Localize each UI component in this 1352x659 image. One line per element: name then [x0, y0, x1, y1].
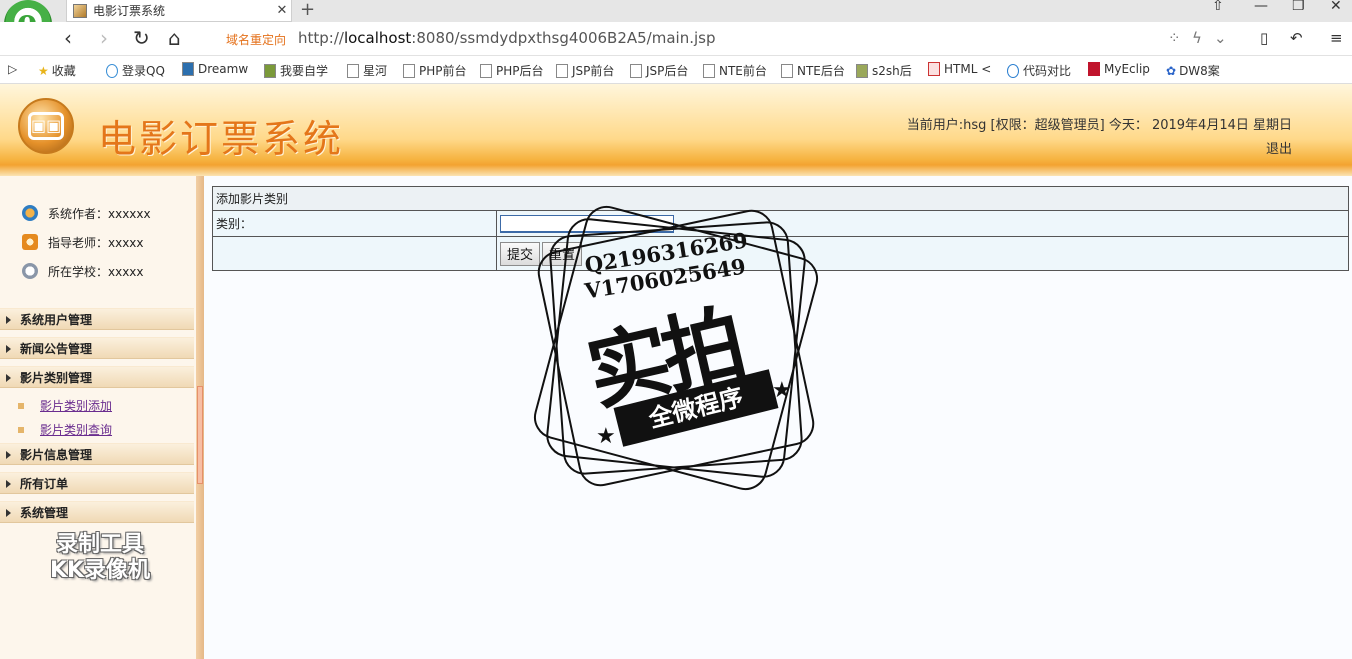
submenu-link[interactable]: 影片类别查询	[40, 421, 112, 438]
bookmark-item[interactable]: HTML <	[928, 62, 991, 76]
bookmark-item[interactable]: ★ 收藏	[38, 62, 76, 79]
lightning-icon[interactable]: ϟ	[1192, 29, 1202, 47]
new-tab-button[interactable]: +	[300, 0, 315, 20]
bookmark-item[interactable]: 我要自学	[264, 62, 328, 79]
minimize-icon[interactable]: —	[1254, 0, 1268, 14]
restore-icon[interactable]: ❐	[1292, 0, 1305, 14]
page-icon	[480, 63, 492, 78]
site-icon	[264, 63, 276, 78]
main-content: 添加影片类别 类别： 提交 重置	[204, 176, 1352, 659]
teacher-icon	[22, 234, 38, 250]
menu-system-users[interactable]: 系统用户管理	[0, 308, 194, 330]
info-author: 系统作者：xxxxxx	[22, 204, 151, 222]
sidebar: 系统作者：xxxxxx 指导老师：xxxxx 所在学校：xxxxx 系统用户管理…	[0, 176, 196, 659]
bookmark-item[interactable]: NTE前台	[703, 62, 767, 79]
tab-close-icon[interactable]: ✕	[273, 3, 291, 18]
bookmark-icon[interactable]: ▯	[1260, 29, 1268, 47]
page-title: 电影订票系统	[98, 117, 345, 161]
menu-orders[interactable]: 所有订单	[0, 472, 194, 494]
menu-news[interactable]: 新闻公告管理	[0, 337, 194, 359]
recorder-watermark: 录制工具 KK录像机	[49, 532, 151, 583]
qq-icon	[106, 63, 118, 78]
submenu-link[interactable]: 影片类别添加	[40, 397, 112, 414]
info-school: 所在学校：xxxxx	[22, 262, 144, 280]
app-header: ▣▣ 电影订票系统 当前用户:hsg [权限：超级管理员] 今天： 2019年4…	[0, 84, 1352, 176]
bookmark-item[interactable]: s2sh后	[856, 62, 912, 79]
bookmarks-toggle-icon[interactable]: ▷	[8, 62, 17, 76]
paw-icon: ✿	[1166, 63, 1177, 78]
grid-icon[interactable]: ⁘	[1168, 29, 1181, 47]
category-input[interactable]	[500, 214, 674, 233]
bookmark-item[interactable]: Dreamw	[182, 62, 248, 76]
bookmarks-bar: ▷ ★ 收藏 登录QQ Dreamw 我要自学 星河 PHP前台 PHP后台 JS…	[0, 56, 1352, 84]
menu-icon[interactable]: ≡	[1330, 29, 1343, 47]
home-icon[interactable]: ⌂	[168, 28, 181, 48]
user-info: 当前用户:hsg [权限：超级管理员] 今天： 2019年4月14日 星期日	[906, 118, 1292, 133]
logout-link[interactable]: 退出	[1266, 138, 1292, 157]
menu-film-info[interactable]: 影片信息管理	[0, 443, 194, 465]
skin-icon[interactable]: ⇧	[1212, 0, 1224, 14]
back-icon[interactable]: ‹	[64, 28, 72, 48]
page-icon	[347, 63, 359, 78]
empty-cell	[212, 236, 497, 271]
page-icon	[556, 63, 568, 78]
undo-icon[interactable]: ↶	[1290, 29, 1303, 47]
address-bar: ‹ › ↻ ⌂ 域名重定向 http://localhost:8080/ssmd…	[0, 22, 1352, 56]
compare-icon	[1007, 63, 1019, 78]
category-label: 类别：	[212, 210, 497, 237]
star-icon: ★	[38, 63, 49, 78]
tab-favicon-icon	[73, 3, 87, 18]
bookmark-item[interactable]: MyEclip	[1088, 62, 1150, 76]
bookmark-item[interactable]: 代码对比	[1007, 62, 1071, 79]
menu-film-category[interactable]: 影片类别管理	[0, 366, 194, 388]
sidebar-splitter[interactable]	[196, 176, 204, 659]
buttons-cell: 提交 重置	[496, 236, 1349, 271]
redirect-label: 域名重定向	[226, 33, 287, 47]
splitter-grip[interactable]	[197, 386, 203, 484]
clock-icon	[22, 263, 38, 279]
page-icon	[703, 63, 715, 78]
bookmark-item[interactable]: ✿ DW8案	[1166, 62, 1220, 79]
browser-tabbar: e 电影订票系统 ✕ + ⇧ — ❐ ✕	[0, 0, 1352, 48]
window-close-icon[interactable]: ✕	[1330, 0, 1342, 14]
submenu-film-category-add[interactable]: 影片类别添加	[18, 397, 112, 414]
url-rest: :8080/ssmdydpxthsg4006B2A5/main.jsp	[411, 29, 716, 47]
submit-button[interactable]: 提交	[500, 241, 541, 266]
app-logo-icon: ▣▣	[18, 98, 74, 154]
add-category-form: 添加影片类别 类别： 提交 重置	[212, 186, 1349, 271]
submenu-film-category-query[interactable]: 影片类别查询	[18, 421, 112, 438]
forward-icon[interactable]: ›	[100, 28, 108, 48]
url-field[interactable]: http://localhost:8080/ssmdydpxthsg4006B2…	[298, 29, 715, 47]
menu-system[interactable]: 系统管理	[0, 501, 194, 523]
chevron-down-icon[interactable]: ⌄	[1214, 29, 1227, 47]
myeclipse-icon	[1088, 62, 1100, 76]
bookmark-item[interactable]: PHP后台	[480, 62, 544, 79]
bookmark-item[interactable]: JSP后台	[630, 62, 688, 79]
form-heading: 添加影片类别	[212, 186, 1349, 211]
url-prefix: http://	[298, 29, 344, 47]
category-cell	[496, 210, 1349, 237]
page-icon	[630, 63, 642, 78]
dreamweaver-icon	[182, 62, 194, 76]
reload-icon[interactable]: ↻	[133, 28, 150, 48]
reset-button[interactable]: 重置	[542, 241, 583, 266]
bookmark-item[interactable]: 登录QQ	[106, 62, 165, 79]
browser-tab[interactable]: 电影订票系统 ✕	[66, 0, 292, 22]
bookmark-item[interactable]: NTE后台	[781, 62, 845, 79]
info-teacher: 指导老师：xxxxx	[22, 233, 144, 251]
bookmark-item[interactable]: PHP前台	[403, 62, 467, 79]
site-icon	[856, 63, 868, 78]
tab-title: 电影订票系统	[93, 4, 166, 18]
html-icon	[928, 62, 940, 76]
page-icon	[403, 63, 415, 78]
bookmark-item[interactable]: 星河	[347, 62, 387, 79]
page-icon	[781, 63, 793, 78]
bullet-icon	[18, 402, 24, 409]
url-host: localhost	[343, 29, 412, 47]
user-group-icon	[22, 205, 38, 221]
bullet-icon	[18, 426, 24, 433]
bookmark-item[interactable]: JSP前台	[556, 62, 614, 79]
